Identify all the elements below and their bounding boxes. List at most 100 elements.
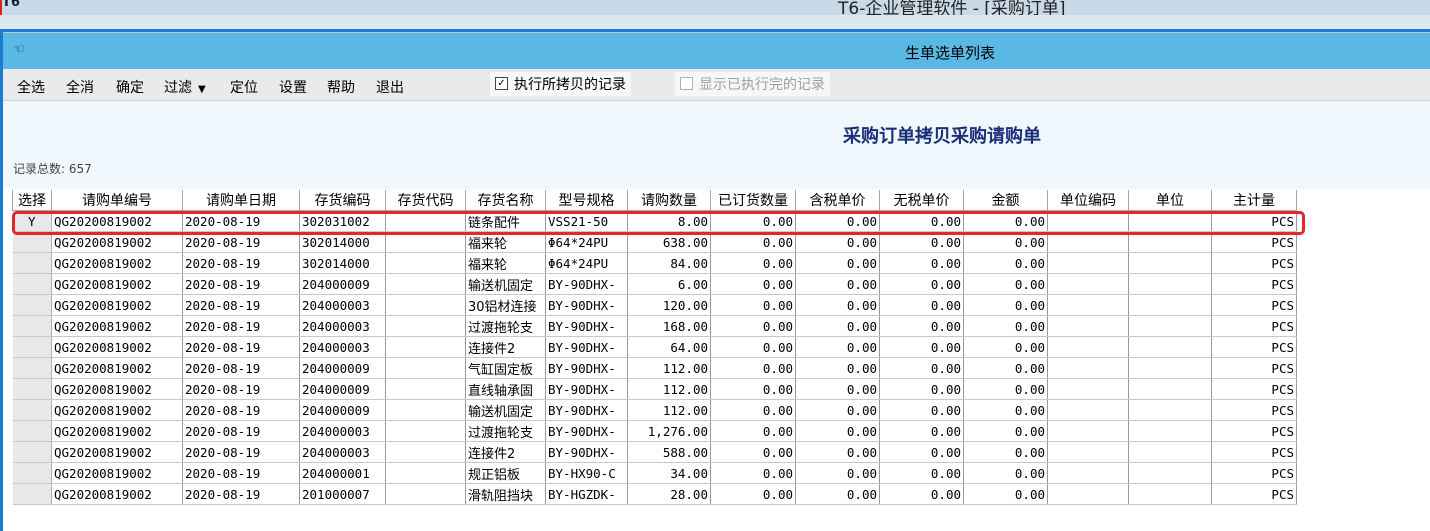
table-cell: 0.00 [795,462,880,484]
table-cell: 0.00 [879,294,964,316]
help-button[interactable]: 帮助 [327,77,355,97]
table-row[interactable]: QG20200819002 2020-08-19 204000003 过渡拖轮支 BY-… [12,315,1297,337]
table-cell [1047,399,1129,421]
table-cell [1047,357,1129,379]
locate-button[interactable]: 定位 [230,77,258,97]
exit-button[interactable]: 退出 [376,77,404,97]
row-select-cell[interactable] [12,231,52,253]
select-all-button[interactable]: 全选 [17,77,45,97]
table-cell [1047,420,1129,442]
table-cell: 0.00 [963,231,1048,253]
table-row[interactable]: QG20200819002 2020-08-19 204000009 直线轴承固 BY-… [12,378,1297,400]
row-select-cell[interactable] [12,441,52,463]
table-cell: 0.00 [710,210,796,232]
column-header[interactable]: 含税单价 [795,190,880,211]
table-cell: 0.00 [795,315,880,337]
table-cell [1128,483,1212,505]
table-cell: 0.00 [795,378,880,400]
row-select-cell[interactable] [12,273,52,295]
deselect-all-button[interactable]: 全消 [66,77,94,97]
table-cell: PCS [1211,210,1297,232]
table-cell [385,273,466,295]
column-header[interactable]: 无税单价 [879,190,964,211]
column-header[interactable]: 存货编码 [299,190,386,211]
pointer-hand-icon: ☜ [13,42,25,57]
row-select-cell[interactable] [12,378,52,400]
column-header[interactable]: 存货名称 [465,190,546,211]
table-row[interactable]: QG20200819002 2020-08-19 302014000 福来轮 Φ64*2… [12,252,1297,274]
chevron-down-icon[interactable]: ▼ [198,84,206,95]
table-cell [1047,252,1129,274]
row-select-cell[interactable] [12,294,52,316]
column-header[interactable]: 存货代码 [385,190,466,211]
table-cell: 0.00 [963,294,1048,316]
row-select-cell[interactable] [12,483,52,505]
table-cell [385,294,466,316]
row-select-cell[interactable] [12,462,52,484]
table-cell: 链条配件 [465,210,546,232]
confirm-button[interactable]: 确定 [116,77,144,97]
table-cell: 过渡拖轮支 [465,315,546,337]
table-cell [1128,336,1212,358]
table-cell: 滑轨阻挡块 [465,483,546,505]
table-cell [1128,462,1212,484]
column-header[interactable]: 金额 [963,190,1048,211]
table-cell: 2020-08-19 [182,252,300,274]
row-select-cell[interactable] [12,420,52,442]
table-cell: 302031002 [299,210,386,232]
column-header[interactable]: 选择 [12,190,52,211]
table-cell: QG20200819002 [51,378,183,400]
column-header[interactable]: 请购单编号 [51,190,183,211]
dialog-caption: ☜ 生单选单列表 [3,33,1430,69]
table-cell: QG20200819002 [51,420,183,442]
table-cell: PCS [1211,273,1297,295]
row-select-cell[interactable] [12,336,52,358]
table-row[interactable]: QG20200819002 2020-08-19 201000007 滑轨阻挡块 BY-… [12,483,1297,505]
table-row[interactable]: QG20200819002 2020-08-19 204000003 过渡拖轮支 BY-… [12,420,1297,442]
table-cell [385,399,466,421]
table-cell: 0.00 [795,483,880,505]
column-header[interactable]: 请购数量 [627,190,711,211]
row-select-cell[interactable] [12,315,52,337]
table-row[interactable]: QG20200819002 2020-08-19 204000003 30铝材连接 BY… [12,294,1297,316]
column-header[interactable]: 请购单日期 [182,190,300,211]
settings-button[interactable]: 设置 [279,77,307,97]
execute-copied-checkbox[interactable]: ✓ 执行所拷贝的记录 [490,72,631,96]
table-cell: 0.00 [879,210,964,232]
row-select-cell[interactable] [12,252,52,274]
table-cell: PCS [1211,231,1297,253]
column-header[interactable]: 型号规格 [545,190,628,211]
table-row[interactable]: QG20200819002 2020-08-19 204000003 连接件2 BY-9… [12,336,1297,358]
table-row[interactable]: QG20200819002 2020-08-19 204000001 规正铝板 BY-H… [12,462,1297,484]
column-header[interactable]: 主计量 [1211,190,1297,211]
table-cell: BY-90DHX- [545,420,628,442]
row-select-cell[interactable] [12,399,52,421]
filter-button[interactable]: 过滤 ▼ [164,77,206,97]
row-select-cell[interactable]: Y [12,210,52,232]
table-cell: 0.00 [879,357,964,379]
table-cell: PCS [1211,483,1297,505]
table-cell: 1,276.00 [627,420,711,442]
column-header[interactable]: 单位编码 [1047,190,1129,211]
table-row[interactable]: QG20200819002 2020-08-19 302014000 福来轮 Φ64*2… [12,231,1297,253]
table-cell: 0.00 [710,357,796,379]
table-row[interactable]: QG20200819002 2020-08-19 204000009 输送机固定 BY-… [12,399,1297,421]
table-cell: 0.00 [710,420,796,442]
table-row[interactable]: Y QG20200819002 2020-08-19 302031002 链条配件 VSS… [12,210,1297,232]
table-cell [385,420,466,442]
table-cell: 588.00 [627,441,711,463]
table-cell [1128,294,1212,316]
table-row[interactable]: QG20200819002 2020-08-19 204000009 输送机固定 BY-… [12,273,1297,295]
table-cell [1047,210,1129,232]
column-header[interactable]: 单位 [1128,190,1212,211]
table-cell: VSS21-50 [545,210,628,232]
table-row[interactable]: QG20200819002 2020-08-19 204000009 气缸固定板 BY-… [12,357,1297,379]
column-header[interactable]: 已订货数量 [710,190,796,211]
table-cell: 0.00 [710,273,796,295]
table-row[interactable]: QG20200819002 2020-08-19 204000003 连接件2 BY-9… [12,441,1297,463]
row-select-cell[interactable] [12,357,52,379]
table-cell: 112.00 [627,399,711,421]
table-cell: PCS [1211,462,1297,484]
show-executed-checkbox[interactable]: 显示已执行完的记录 [675,72,830,96]
app-title-bar: T6 T6-企业管理软件 - [采购订单] [0,0,1430,15]
